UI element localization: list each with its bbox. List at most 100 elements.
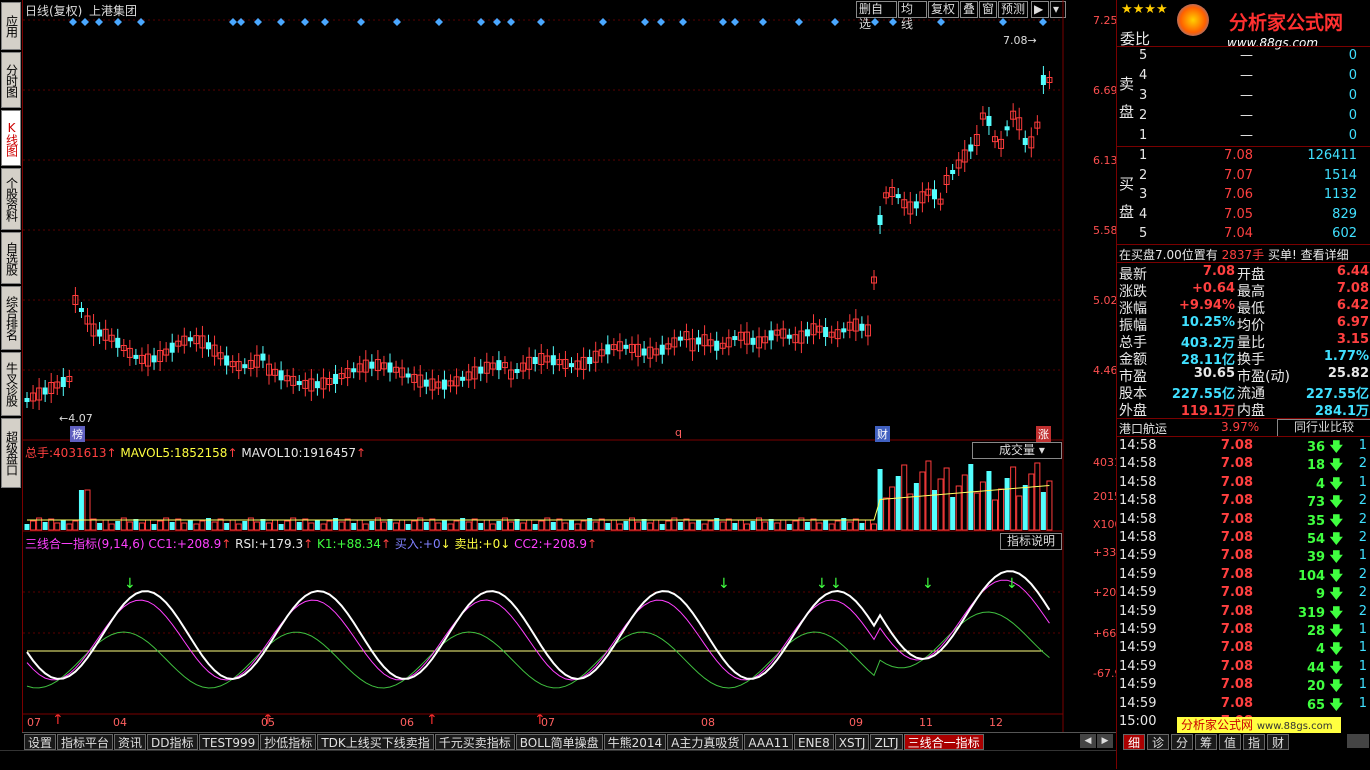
tick-price: 7.08 [1220, 566, 1253, 582]
tick-count: 1 [1358, 548, 1367, 564]
volume-bar-up [471, 518, 478, 531]
volume-dropdown-label: 成交量 [999, 443, 1036, 457]
tick-price: 7.08 [1220, 695, 1253, 711]
volume-bar-down [569, 520, 574, 530]
stat-row: 金额 28.11亿 换手 1.77% [1117, 349, 1370, 368]
sell-level-row[interactable]: 1 — 0 [1117, 128, 1370, 148]
tick-time: 14:59 [1119, 622, 1157, 637]
indicator-tab-15[interactable]: 三线合一指标 [903, 734, 984, 750]
cai-marker[interactable]: 财 [875, 426, 890, 442]
volume-bar-up [653, 519, 660, 531]
indicator-tab-11[interactable]: AAA11 [744, 734, 793, 750]
month-label: 04 [113, 716, 127, 729]
stat-row: 涨幅 +9.94% 最低 6.42 [1117, 298, 1370, 317]
stat-value: 6.42 [1336, 298, 1369, 313]
indicator-tab-12[interactable]: ENE8 [793, 734, 834, 750]
tick-row: 14:59 7.08 44 🡇 1 [1117, 659, 1370, 677]
signal-diamond [759, 18, 767, 26]
scroll-left-icon[interactable]: ◀ [1080, 734, 1096, 748]
indicator-tab-14[interactable]: ZLTJ [870, 734, 903, 750]
right-tab-2[interactable]: 分 [1171, 734, 1193, 750]
indicator-tab-10[interactable]: A主力真吸货 [667, 734, 744, 750]
sell-level-row[interactable]: 3 — 0 [1117, 88, 1370, 108]
indicator-tab-9[interactable]: 牛熊2014 [603, 734, 667, 750]
right-tab-3[interactable]: 筹 [1195, 734, 1217, 750]
candle-body-down [24, 398, 30, 402]
zhang-marker[interactable]: 涨 [1036, 426, 1051, 442]
volume-bar-up [302, 518, 309, 531]
tick-price: 7.08 [1220, 603, 1253, 619]
right-tab-1[interactable]: 诊 [1147, 734, 1169, 750]
industry-compare-button[interactable]: 同行业比较 [1277, 419, 1370, 437]
tab-ranking[interactable]: 综合排名 [1, 286, 21, 350]
indicator-tab-3[interactable]: DD指标 [147, 734, 198, 750]
volume-bar-up [90, 518, 97, 531]
sell-level-row[interactable]: 2 — 0 [1117, 108, 1370, 128]
q-marker[interactable]: q [675, 426, 682, 439]
indicator-tab-13[interactable]: XSTJ [834, 734, 870, 750]
volume-bar-up [635, 521, 642, 531]
candle-body-down [115, 337, 121, 348]
indicator-tab-2[interactable]: 资讯 [114, 734, 147, 750]
volume-bar-up [508, 521, 514, 531]
tab-label: 综合排名 [4, 296, 19, 340]
buy-level-row[interactable]: 4 7.05 829 [1117, 207, 1370, 227]
notice-detail-link[interactable]: 查看详细 [1301, 248, 1349, 262]
tab-kline[interactable]: K线图 [1, 110, 21, 166]
indicator-tab-0[interactable]: 设置 [24, 734, 57, 750]
indicator-tab-7[interactable]: 千元买卖指标 [434, 734, 515, 750]
signal-diamond [507, 18, 515, 26]
flower-logo-icon [1177, 4, 1209, 36]
tick-price: 7.08 [1220, 658, 1253, 674]
tab-stock-info[interactable]: 个股资料 [1, 168, 21, 230]
tab-timeshare[interactable]: 分时图 [1, 52, 21, 108]
volume-bar-up [489, 523, 496, 531]
volume-bar-down [169, 522, 175, 530]
tick-row: 14:58 7.08 54 🡇 2 [1117, 530, 1370, 548]
level-number: 3 [1139, 88, 1148, 103]
scroll-right-icon[interactable]: ▶ [1097, 734, 1113, 748]
notice-suffix: 买单! [1267, 248, 1297, 262]
sector-name[interactable]: 港口航运 [1119, 420, 1167, 437]
indicator-tab-6[interactable]: TDK上线买下线卖指 [317, 734, 434, 750]
indicator-tab-1[interactable]: 指标平台 [57, 734, 114, 750]
buy-level-row[interactable]: 5 7.04 602 [1117, 226, 1370, 246]
down-arrow-icon: 🡇 [1329, 679, 1343, 695]
right-tab-4[interactable]: 值 [1219, 734, 1241, 750]
candle-body-down [224, 355, 230, 366]
volume-bar-down [659, 524, 665, 530]
tick-price: 7.08 [1220, 438, 1253, 453]
sell-level-row[interactable]: 4 — 0 [1117, 68, 1370, 88]
volume-bar-down [804, 522, 810, 530]
candle-body-down [333, 373, 339, 384]
scroll-arrows[interactable] [1347, 734, 1369, 748]
indicator-tab-5[interactable]: 抄低指标 [260, 734, 317, 750]
indicator-tab-4[interactable]: TEST999 [198, 734, 260, 750]
tick-row: 14:59 7.08 104 🡇 2 [1117, 567, 1370, 585]
right-tab-0[interactable]: 细 [1123, 734, 1145, 750]
rating-stars-icon: ★★★★ [1121, 2, 1168, 17]
sell-level-row[interactable]: 5 — 0 [1117, 48, 1370, 68]
bang-marker[interactable]: 榜 [70, 426, 85, 442]
tab-super-quote[interactable]: 超级盘口 [1, 418, 21, 488]
tab-app[interactable]: 应用 [1, 2, 21, 50]
big-order-notice[interactable]: 在买盘7.00位置有 2837手 买单! 查看详细 [1119, 246, 1349, 263]
volume-bar-up [102, 519, 109, 531]
right-tab-6[interactable]: 财 [1267, 734, 1289, 750]
tab-watchlist[interactable]: 自选股 [1, 232, 21, 284]
volume-dropdown[interactable]: 成交量 ▾ [972, 442, 1062, 459]
tab-diagnosis[interactable]: 牛叉诊股 [1, 352, 21, 416]
buy-level-row[interactable]: 2 7.07 1514 [1117, 168, 1370, 188]
buy-level-row[interactable]: 3 7.06 1132 [1117, 187, 1370, 207]
candle-body-down [478, 366, 484, 374]
volume-bar-down [133, 519, 139, 530]
right-tab-5[interactable]: 指 [1243, 734, 1265, 750]
kline-chart-area[interactable]: 日线(复权) 上港集团 删自选 均线 复权 叠 窗 预测 ▶ ▾ ↓ ↓ ↓ ↓ ↓ ↓ ↑… [22, 0, 1134, 732]
stat-value: +9.94% [1179, 298, 1235, 313]
tick-price: 7.08 [1220, 677, 1253, 693]
indicator-help-button[interactable]: 指标说明 [1000, 533, 1062, 550]
volume-bar-down [913, 483, 919, 530]
buy-level-row[interactable]: 1 7.08 126411 [1117, 148, 1370, 168]
level-price: — [1240, 68, 1253, 83]
indicator-tab-8[interactable]: BOLL简单操盘 [515, 734, 603, 750]
